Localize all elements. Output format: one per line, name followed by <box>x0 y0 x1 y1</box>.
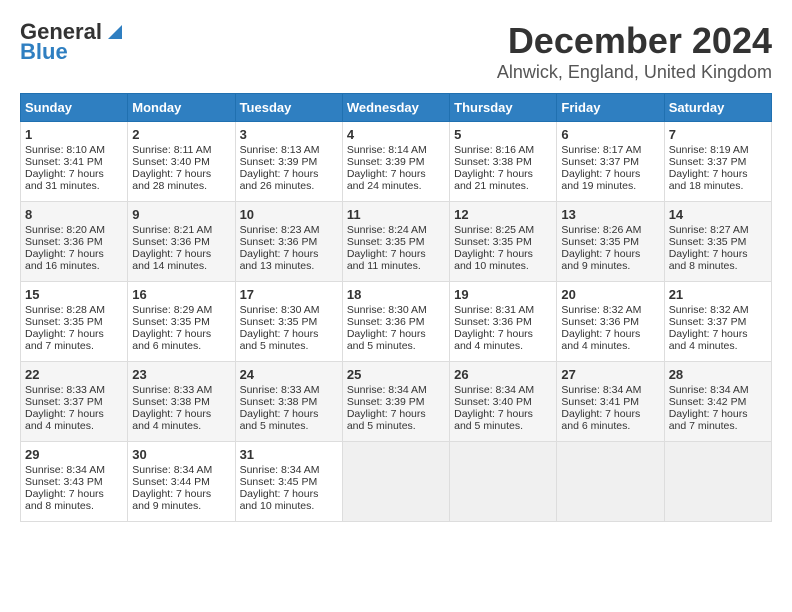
day-number: 7 <box>669 127 767 142</box>
calendar-cell: 25Sunrise: 8:34 AMSunset: 3:39 PMDayligh… <box>342 362 449 442</box>
calendar-cell: 18Sunrise: 8:30 AMSunset: 3:36 PMDayligh… <box>342 282 449 362</box>
week-row-3: 15Sunrise: 8:28 AMSunset: 3:35 PMDayligh… <box>21 282 772 362</box>
day-number: 31 <box>240 447 338 462</box>
calendar-cell: 7Sunrise: 8:19 AMSunset: 3:37 PMDaylight… <box>664 122 771 202</box>
day-header-wednesday: Wednesday <box>342 94 449 122</box>
month-title: December 2024 <box>497 20 772 62</box>
day-number: 19 <box>454 287 552 302</box>
day-number: 18 <box>347 287 445 302</box>
day-number: 5 <box>454 127 552 142</box>
day-header-saturday: Saturday <box>664 94 771 122</box>
day-number: 16 <box>132 287 230 302</box>
day-number: 17 <box>240 287 338 302</box>
calendar-cell: 10Sunrise: 8:23 AMSunset: 3:36 PMDayligh… <box>235 202 342 282</box>
calendar-cell: 31Sunrise: 8:34 AMSunset: 3:45 PMDayligh… <box>235 442 342 522</box>
day-number: 29 <box>25 447 123 462</box>
calendar-cell: 28Sunrise: 8:34 AMSunset: 3:42 PMDayligh… <box>664 362 771 442</box>
day-number: 22 <box>25 367 123 382</box>
calendar-cell: 3Sunrise: 8:13 AMSunset: 3:39 PMDaylight… <box>235 122 342 202</box>
calendar-cell: 22Sunrise: 8:33 AMSunset: 3:37 PMDayligh… <box>21 362 128 442</box>
day-number: 21 <box>669 287 767 302</box>
day-number: 30 <box>132 447 230 462</box>
week-row-1: 1Sunrise: 8:10 AMSunset: 3:41 PMDaylight… <box>21 122 772 202</box>
logo-blue: Blue <box>20 40 68 64</box>
calendar-cell <box>450 442 557 522</box>
calendar-cell: 5Sunrise: 8:16 AMSunset: 3:38 PMDaylight… <box>450 122 557 202</box>
week-row-4: 22Sunrise: 8:33 AMSunset: 3:37 PMDayligh… <box>21 362 772 442</box>
calendar-cell: 4Sunrise: 8:14 AMSunset: 3:39 PMDaylight… <box>342 122 449 202</box>
day-number: 27 <box>561 367 659 382</box>
calendar-cell <box>664 442 771 522</box>
calendar-cell: 26Sunrise: 8:34 AMSunset: 3:40 PMDayligh… <box>450 362 557 442</box>
logo-icon <box>104 21 122 39</box>
calendar-cell: 24Sunrise: 8:33 AMSunset: 3:38 PMDayligh… <box>235 362 342 442</box>
calendar-cell: 12Sunrise: 8:25 AMSunset: 3:35 PMDayligh… <box>450 202 557 282</box>
calendar-cell: 17Sunrise: 8:30 AMSunset: 3:35 PMDayligh… <box>235 282 342 362</box>
title-area: December 2024 Alnwick, England, United K… <box>497 20 772 83</box>
day-number: 8 <box>25 207 123 222</box>
calendar-cell: 15Sunrise: 8:28 AMSunset: 3:35 PMDayligh… <box>21 282 128 362</box>
calendar-header-row: SundayMondayTuesdayWednesdayThursdayFrid… <box>21 94 772 122</box>
day-header-monday: Monday <box>128 94 235 122</box>
day-number: 3 <box>240 127 338 142</box>
calendar-cell: 13Sunrise: 8:26 AMSunset: 3:35 PMDayligh… <box>557 202 664 282</box>
day-number: 2 <box>132 127 230 142</box>
day-header-tuesday: Tuesday <box>235 94 342 122</box>
day-number: 14 <box>669 207 767 222</box>
calendar-cell <box>557 442 664 522</box>
day-number: 24 <box>240 367 338 382</box>
day-number: 4 <box>347 127 445 142</box>
location-title: Alnwick, England, United Kingdom <box>497 62 772 83</box>
calendar-cell: 16Sunrise: 8:29 AMSunset: 3:35 PMDayligh… <box>128 282 235 362</box>
calendar-cell: 14Sunrise: 8:27 AMSunset: 3:35 PMDayligh… <box>664 202 771 282</box>
day-header-friday: Friday <box>557 94 664 122</box>
calendar-cell: 19Sunrise: 8:31 AMSunset: 3:36 PMDayligh… <box>450 282 557 362</box>
calendar-cell: 20Sunrise: 8:32 AMSunset: 3:36 PMDayligh… <box>557 282 664 362</box>
day-number: 6 <box>561 127 659 142</box>
day-number: 23 <box>132 367 230 382</box>
day-header-sunday: Sunday <box>21 94 128 122</box>
calendar-cell: 29Sunrise: 8:34 AMSunset: 3:43 PMDayligh… <box>21 442 128 522</box>
day-number: 1 <box>25 127 123 142</box>
day-number: 20 <box>561 287 659 302</box>
calendar-table: SundayMondayTuesdayWednesdayThursdayFrid… <box>20 93 772 522</box>
calendar-cell: 27Sunrise: 8:34 AMSunset: 3:41 PMDayligh… <box>557 362 664 442</box>
day-number: 9 <box>132 207 230 222</box>
week-row-2: 8Sunrise: 8:20 AMSunset: 3:36 PMDaylight… <box>21 202 772 282</box>
calendar-cell <box>342 442 449 522</box>
week-row-5: 29Sunrise: 8:34 AMSunset: 3:43 PMDayligh… <box>21 442 772 522</box>
header: General Blue December 2024 Alnwick, Engl… <box>20 20 772 83</box>
day-number: 11 <box>347 207 445 222</box>
calendar-cell: 6Sunrise: 8:17 AMSunset: 3:37 PMDaylight… <box>557 122 664 202</box>
calendar-cell: 23Sunrise: 8:33 AMSunset: 3:38 PMDayligh… <box>128 362 235 442</box>
calendar-cell: 8Sunrise: 8:20 AMSunset: 3:36 PMDaylight… <box>21 202 128 282</box>
day-number: 12 <box>454 207 552 222</box>
day-number: 13 <box>561 207 659 222</box>
calendar-body: 1Sunrise: 8:10 AMSunset: 3:41 PMDaylight… <box>21 122 772 522</box>
calendar-cell: 2Sunrise: 8:11 AMSunset: 3:40 PMDaylight… <box>128 122 235 202</box>
day-number: 25 <box>347 367 445 382</box>
calendar-cell: 1Sunrise: 8:10 AMSunset: 3:41 PMDaylight… <box>21 122 128 202</box>
day-number: 10 <box>240 207 338 222</box>
day-number: 28 <box>669 367 767 382</box>
calendar-cell: 30Sunrise: 8:34 AMSunset: 3:44 PMDayligh… <box>128 442 235 522</box>
calendar-cell: 21Sunrise: 8:32 AMSunset: 3:37 PMDayligh… <box>664 282 771 362</box>
day-number: 15 <box>25 287 123 302</box>
logo: General Blue <box>20 20 122 64</box>
day-number: 26 <box>454 367 552 382</box>
day-header-thursday: Thursday <box>450 94 557 122</box>
calendar-cell: 9Sunrise: 8:21 AMSunset: 3:36 PMDaylight… <box>128 202 235 282</box>
calendar-cell: 11Sunrise: 8:24 AMSunset: 3:35 PMDayligh… <box>342 202 449 282</box>
